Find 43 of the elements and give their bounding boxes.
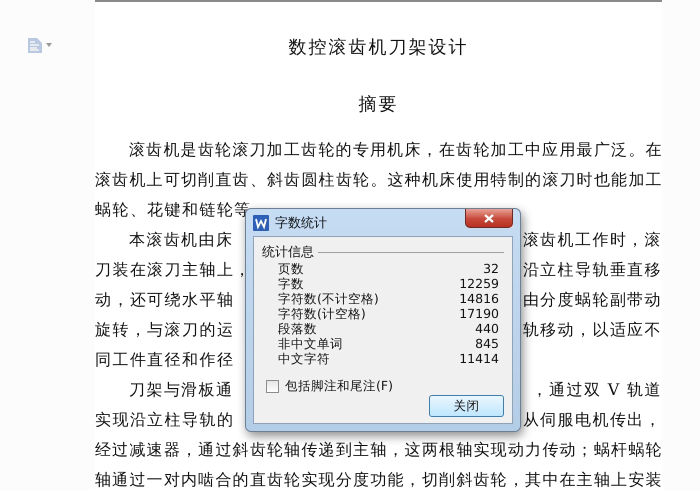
body-text: 动，还可绕水平轴 — [95, 289, 234, 311]
body-text: 沿立柱导轨垂直移 — [522, 259, 662, 281]
close-dialog-button[interactable]: 关闭 — [429, 395, 504, 417]
body-text: 旋转，与滚刀的运 — [95, 319, 234, 341]
group-label: 统计信息 — [262, 244, 314, 261]
body-text: 滚齿机工作时，滚 — [522, 229, 662, 251]
stat-label: 页数 — [278, 261, 304, 276]
stat-value: 14816 — [459, 291, 499, 306]
stat-value: 32 — [483, 261, 499, 276]
body-text: 刀架与滑板通 — [129, 379, 234, 401]
body-text: 滚齿机是齿轮滚刀加工齿轮的专用机床，在齿轮加工中应用最广泛。在 — [129, 139, 662, 161]
stat-label: 字符数(计空格) — [278, 306, 366, 321]
checkbox-label: 包括脚注和尾注(F) — [285, 378, 393, 395]
body-text: 由分度蜗轮副带动 — [522, 289, 662, 311]
stat-value: 17190 — [459, 306, 499, 321]
body-text: 同工件直径和作径 — [95, 349, 234, 371]
stat-label: 字数 — [278, 276, 304, 291]
stat-label: 字符数(不计空格) — [278, 291, 379, 306]
close-button[interactable] — [465, 209, 513, 228]
document-title: 数控滚齿机刀架设计 — [288, 36, 470, 60]
dialog-title: 字数统计 — [275, 214, 327, 232]
stat-value: 12259 — [459, 276, 499, 291]
body-text: 经过减速器，通过斜齿轮轴传递到主轴，这两根轴实现动力传动；蜗杆蜗轮 — [95, 439, 662, 461]
checkbox[interactable] — [266, 380, 279, 393]
body-text: 轨移动，以适应不 — [522, 319, 662, 341]
body-text: ，通过双 V 轨道 — [532, 379, 662, 401]
stat-value: 845 — [475, 336, 499, 351]
stat-value: 440 — [475, 321, 499, 336]
caret-icon[interactable] — [46, 43, 52, 47]
body-text: 刀装在滚刀主轴上， — [95, 259, 252, 281]
app-logo-icon — [253, 214, 269, 230]
body-text: 实现沿立柱导轨的 — [95, 409, 234, 431]
close-icon — [484, 214, 494, 222]
document-icon[interactable] — [28, 38, 42, 53]
stat-label: 中文字符 — [278, 351, 330, 366]
stat-label: 段落数 — [278, 321, 317, 336]
body-text: 从伺服电机传出， — [522, 409, 662, 431]
body-text: 轴通过一对内啮合的直齿轮实现分度功能，切削斜齿轮，其中在主轴上安装 — [95, 469, 662, 490]
body-text: 滚齿机上可切削直齿、斜齿圆柱齿轮。这种机床使用特制的滚刀时也能加工 — [95, 169, 662, 191]
stat-label: 非中文单词 — [278, 336, 343, 351]
section-heading: 摘要 — [358, 93, 400, 117]
stat-value: 11414 — [459, 351, 499, 366]
body-text: 本滚齿机由床 — [129, 229, 234, 251]
